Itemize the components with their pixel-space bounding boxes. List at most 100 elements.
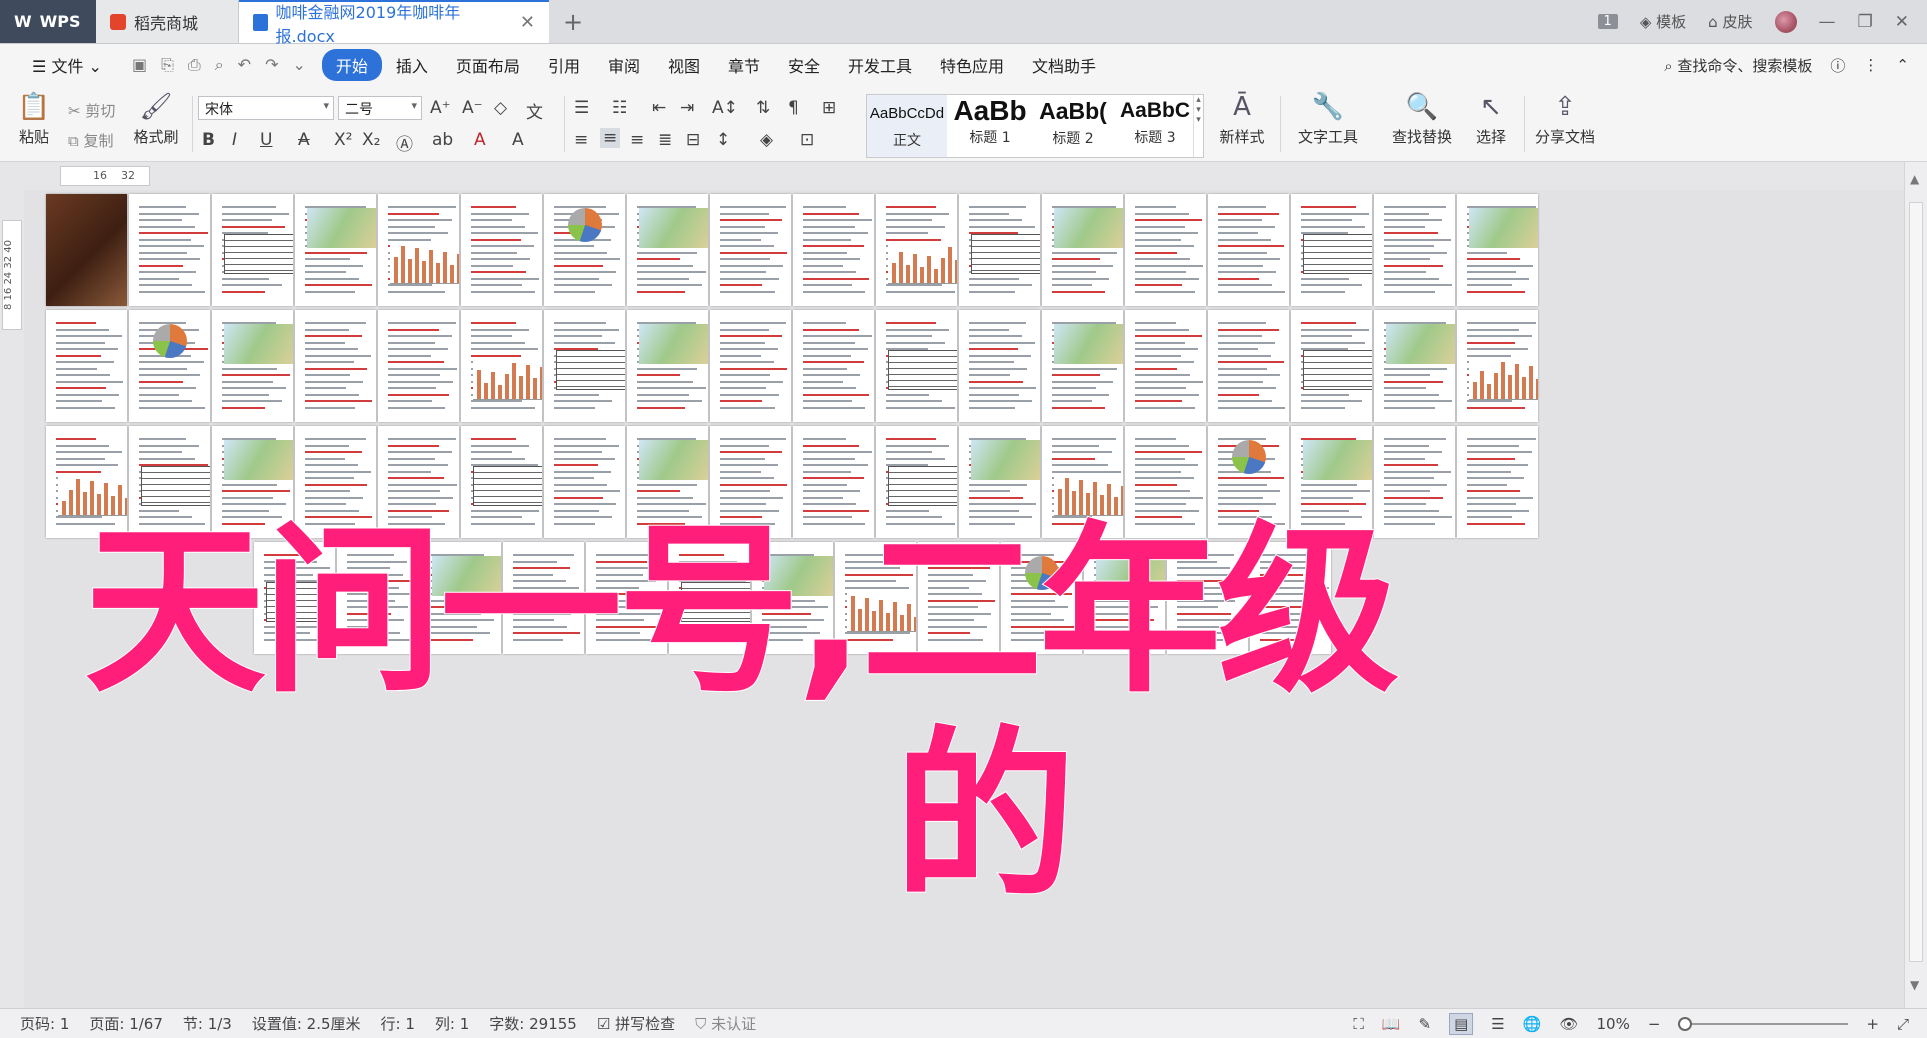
zoom-slider-knob[interactable] <box>1678 1016 1693 1031</box>
font-size-select[interactable]: 二号 ▾ <box>338 96 422 120</box>
page-thumbnail[interactable] <box>876 310 957 422</box>
new-tab-button[interactable]: + <box>549 0 597 43</box>
underline-icon[interactable]: U <box>260 130 272 150</box>
page-thumbnail[interactable] <box>793 194 874 306</box>
scroll-up-icon[interactable]: ▲ <box>1910 172 1919 186</box>
page-thumbnail[interactable] <box>627 310 708 422</box>
wps-tab[interactable]: W WPS <box>0 0 96 43</box>
command-search[interactable]: ⌕ 查找命令、搜索模板 <box>1664 55 1812 76</box>
page-thumbnail[interactable] <box>1291 194 1372 306</box>
numbering-icon[interactable]: ☷ <box>612 98 627 118</box>
tab-references[interactable]: 引用 <box>534 48 594 82</box>
superscript-icon[interactable]: X² <box>334 130 352 150</box>
page-thumbnail[interactable] <box>378 194 459 306</box>
status-column[interactable]: 列: 1 <box>425 1013 479 1034</box>
tab-document[interactable]: 咖啡金融网2019年咖啡年报.docx ✕ <box>239 0 549 46</box>
tab-review[interactable]: 审阅 <box>594 48 654 82</box>
page-thumbnail[interactable] <box>129 310 210 422</box>
page-thumbnail[interactable] <box>295 310 376 422</box>
align-center-icon[interactable]: ≡ <box>600 128 621 148</box>
shading-icon[interactable]: ◈ <box>760 130 773 150</box>
page-thumbnail[interactable] <box>1125 194 1206 306</box>
align-right-icon[interactable]: ≡ <box>630 130 644 150</box>
page-thumbnail[interactable] <box>1042 310 1123 422</box>
status-page[interactable]: 页面: 1/67 <box>79 1013 173 1034</box>
tab-docer-shop[interactable]: 稻壳商城 <box>96 0 239 43</box>
page-thumbnail[interactable] <box>959 310 1040 422</box>
show-marks-icon[interactable]: ¶ <box>788 98 799 118</box>
status-word-count[interactable]: 字数: 29155 <box>479 1013 587 1034</box>
more-icon[interactable]: ⋮ <box>1863 56 1878 74</box>
template-button[interactable]: ◈ 模板 <box>1640 11 1686 32</box>
zoom-in-icon[interactable]: + <box>1866 1015 1879 1033</box>
page-thumbnail[interactable] <box>1125 310 1206 422</box>
restore-icon[interactable]: ❐ <box>1858 12 1873 32</box>
undo-icon[interactable]: ↶ <box>238 55 251 75</box>
zoom-out-icon[interactable]: − <box>1648 1015 1661 1033</box>
export-pdf-icon[interactable]: ⎘ <box>161 55 174 75</box>
vertical-scrollbar[interactable]: ▲ ▼ <box>1904 162 1927 1008</box>
fullscreen-icon[interactable]: ⛶ <box>1353 1015 1364 1033</box>
scrollbar-thumb[interactable] <box>1909 202 1923 962</box>
close-tab-icon[interactable]: ✕ <box>520 12 535 33</box>
style-heading-1[interactable]: AaBb 标题 1 <box>949 95 1031 157</box>
cut-button[interactable]: ✂ 剪切 <box>68 100 115 121</box>
file-menu[interactable]: ☰ 文件 ⌄ <box>18 48 116 82</box>
print-preview-icon[interactable]: ⌕ <box>215 55 224 75</box>
page-thumbnail[interactable] <box>1457 194 1538 306</box>
collapse-ribbon-icon[interactable]: ⌃ <box>1896 56 1909 74</box>
status-row[interactable]: 行: 1 <box>371 1013 425 1034</box>
window-count-badge[interactable]: 1 <box>1597 14 1618 29</box>
tab-security[interactable]: 安全 <box>774 48 834 82</box>
pinyin-icon[interactable]: 文 <box>526 98 543 123</box>
spell-check-button[interactable]: ☑ 拼写检查 <box>587 1013 685 1034</box>
text-direction-icon[interactable]: A↕ <box>712 98 738 118</box>
borders-icon[interactable]: ⊡ <box>800 130 814 150</box>
page-thumbnail[interactable] <box>461 194 542 306</box>
font-color-icon[interactable]: A <box>474 130 486 150</box>
page-thumbnail[interactable] <box>959 194 1040 306</box>
increase-indent-icon[interactable]: ⇥ <box>680 98 694 118</box>
distribute-icon[interactable]: ⊟ <box>686 130 700 150</box>
copy-button[interactable]: ⧉ 复制 <box>68 130 114 151</box>
page-view-icon[interactable]: ▤ <box>1449 1012 1474 1035</box>
style-heading-3[interactable]: AaBbC 标题 3 <box>1115 95 1195 157</box>
fit-page-icon[interactable]: ⤢ <box>1897 1015 1909 1033</box>
zoom-level[interactable]: 10% <box>1596 1015 1629 1033</box>
horizontal-ruler[interactable]: 16 32 <box>0 162 1927 190</box>
tab-insert[interactable]: 插入 <box>382 48 442 82</box>
find-replace-button[interactable]: 🔍 查找替换 <box>1384 92 1460 147</box>
print-icon[interactable]: ⎙ <box>188 55 201 75</box>
page-thumbnail[interactable] <box>212 194 293 306</box>
tab-home[interactable]: 开始 <box>321 49 382 81</box>
italic-icon[interactable]: I <box>232 130 237 150</box>
select-button[interactable]: ↖ 选择 <box>1466 92 1516 147</box>
page-thumbnail[interactable] <box>793 310 874 422</box>
bold-icon[interactable]: B <box>202 130 215 150</box>
vertical-ruler[interactable]: 8 16 24 32 40 <box>0 190 24 1010</box>
page-thumbnail[interactable] <box>1208 194 1289 306</box>
style-heading-2[interactable]: AaBb( 标题 2 <box>1033 95 1113 157</box>
document-canvas[interactable]: 天问一号,二年级 的 <box>24 190 1904 1008</box>
save-icon[interactable]: ▣ <box>132 55 147 75</box>
decrease-indent-icon[interactable]: ⇤ <box>652 98 666 118</box>
char-shading-icon[interactable]: A <box>512 130 524 150</box>
sort-icon[interactable]: ⇅ <box>756 98 770 118</box>
bullets-icon[interactable]: ☰ <box>574 98 589 118</box>
line-spacing-icon[interactable]: ↕ <box>716 130 730 150</box>
style-gallery-scroll[interactable]: ▴ ▾ ▾ <box>1193 95 1203 157</box>
tab-doc-assistant[interactable]: 文档助手 <box>1018 48 1110 82</box>
page-thumbnail[interactable] <box>1457 310 1538 422</box>
status-page-number[interactable]: 页码: 1 <box>10 1013 79 1034</box>
edit-mode-icon[interactable]: ✎ <box>1419 1015 1432 1033</box>
page-thumbnail[interactable] <box>1042 194 1123 306</box>
page-thumbnail[interactable] <box>1291 310 1372 422</box>
page-thumbnail[interactable] <box>544 194 625 306</box>
page-thumbnail[interactable] <box>378 310 459 422</box>
font-name-select[interactable]: 宋体 ▾ <box>198 96 334 120</box>
page-thumbnail[interactable] <box>1374 194 1455 306</box>
avatar[interactable] <box>1774 10 1797 33</box>
style-normal[interactable]: AaBbCcDd 正文 <box>867 95 947 157</box>
page-thumbnail[interactable] <box>1374 310 1455 422</box>
align-left-icon[interactable]: ≡ <box>574 130 588 150</box>
